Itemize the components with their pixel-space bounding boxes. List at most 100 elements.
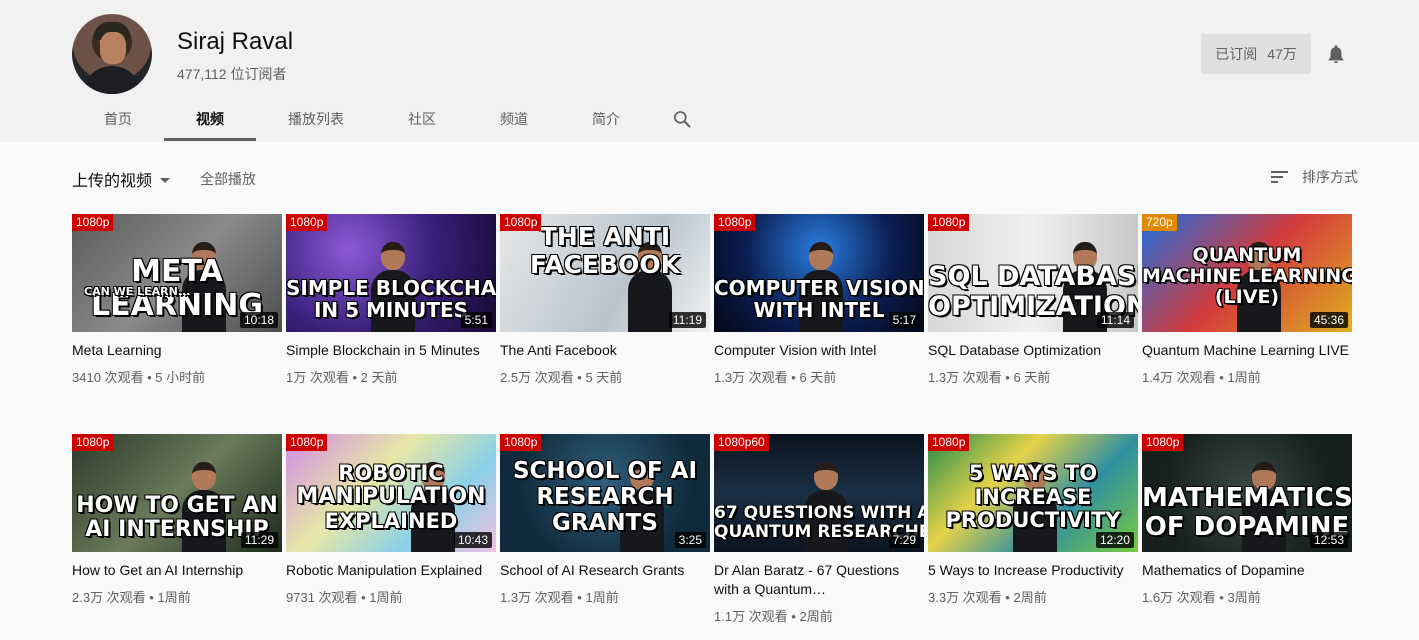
tab-home[interactable]: 首页 bbox=[72, 98, 164, 140]
video-thumbnail[interactable]: 67 QUESTIONS WITH A QUANTUM RESEARCHER 108… bbox=[714, 434, 924, 552]
video-thumbnail[interactable]: 5 WAYS TO INCREASE PRODUCTIVITY 1080p 12:20 bbox=[928, 434, 1138, 552]
thumbnail-title-text: EXPLAINED bbox=[324, 509, 458, 532]
video-thumbnail[interactable]: THE ANTI FACEBOOK 1080p 11:19 bbox=[500, 214, 710, 332]
video-duration: 10:18 bbox=[239, 312, 278, 328]
video-duration: 3:25 bbox=[674, 532, 706, 548]
video-duration: 45:36 bbox=[1309, 312, 1348, 328]
video-meta: 1.3万 次观看 • 6 天前 bbox=[714, 370, 837, 385]
video-title[interactable]: Quantum Machine Learning LIVE bbox=[1142, 341, 1352, 360]
tab-community[interactable]: 社区 bbox=[376, 98, 468, 140]
caret-down-icon bbox=[160, 177, 171, 183]
thumbnail-title-text: QUANTUM bbox=[1192, 245, 1302, 266]
thumbnail-title-text: MATHEMATICS bbox=[1142, 484, 1352, 513]
thumbnail-subtitle-text: CAN WE LEARN... bbox=[84, 286, 191, 298]
video-card[interactable]: MATHEMATICS OF DOPAMINE 1080p 12:53 Mathemat… bbox=[1142, 434, 1352, 607]
tab-channels[interactable]: 频道 bbox=[468, 98, 560, 140]
video-duration: 7:29 bbox=[888, 532, 920, 548]
video-card[interactable]: SQL DATABASE OPTIMIZATION 1080p 11:14 SQL Da… bbox=[928, 214, 1138, 387]
resolution-badge: 1080p bbox=[286, 214, 328, 231]
thumbnail-title-text: SIMPLE BLOCKCHAIN bbox=[286, 278, 496, 299]
video-meta: 1.3万 次观看 • 1周前 bbox=[500, 590, 619, 605]
play-all-button[interactable]: 全部播放 bbox=[200, 169, 256, 189]
video-title[interactable]: Robotic Manipulation Explained bbox=[286, 561, 496, 580]
sort-button[interactable]: 排序方式 bbox=[1270, 167, 1358, 187]
video-card[interactable]: SCHOOL OF AI RESEARCH GRANTS 1080p 3:25 Schoo… bbox=[500, 434, 710, 607]
video-duration: 5:51 bbox=[460, 312, 492, 328]
subscribed-button[interactable]: 已订阅 47万 bbox=[1201, 34, 1311, 74]
channel-header: Siraj Raval 477,112 位订阅者 已订阅 47万 首页 视频 播… bbox=[0, 0, 1419, 142]
sort-icon bbox=[1271, 171, 1288, 183]
video-thumbnail[interactable]: SQL DATABASE OPTIMIZATION 1080p 11:14 bbox=[928, 214, 1138, 332]
video-meta: 3410 次观看 • 5 小时前 bbox=[72, 370, 206, 385]
bell-icon[interactable] bbox=[1325, 43, 1347, 65]
thumbnail-title-text: (LIVE) bbox=[1214, 288, 1280, 309]
video-meta: 3.3万 次观看 • 2周前 bbox=[928, 590, 1047, 605]
video-thumbnail[interactable]: SIMPLE BLOCKCHAININ 5 MINUTES1080p5:51 bbox=[286, 214, 496, 332]
subscribed-label: 已订阅 bbox=[1215, 46, 1258, 62]
video-meta: 2.3万 次观看 • 1周前 bbox=[72, 590, 191, 605]
video-meta: 1.6万 次观看 • 3周前 bbox=[1142, 590, 1261, 605]
thumbnail-title-text: RESEARCH bbox=[536, 484, 674, 509]
video-duration: 12:53 bbox=[1309, 532, 1348, 548]
video-card[interactable]: QUANTUM MACHINE LEARNING (LIVE) 720p 45:36 Qu… bbox=[1142, 214, 1352, 387]
video-title[interactable]: Simple Blockchain in 5 Minutes bbox=[286, 341, 496, 360]
video-card[interactable]: SIMPLE BLOCKCHAININ 5 MINUTES1080p5:51Si… bbox=[286, 214, 496, 387]
video-duration: 5:17 bbox=[888, 312, 920, 328]
video-title[interactable]: The Anti Facebook bbox=[500, 341, 710, 360]
video-title[interactable]: Mathematics of Dopamine bbox=[1142, 561, 1352, 580]
thumbnail-title-text: MANIPULATION bbox=[296, 485, 486, 509]
thumbnail-title-text: FACEBOOK bbox=[530, 252, 680, 279]
thumbnail-title-text: COMPUTER VISION bbox=[714, 278, 924, 299]
video-meta: 1.3万 次观看 • 6 天前 bbox=[928, 370, 1051, 385]
video-title[interactable]: 5 Ways to Increase Productivity bbox=[928, 561, 1138, 580]
tab-playlists[interactable]: 播放列表 bbox=[256, 98, 376, 140]
channel-search-button[interactable] bbox=[652, 98, 712, 140]
video-thumbnail[interactable]: QUANTUM MACHINE LEARNING (LIVE) 720p 45:36 bbox=[1142, 214, 1352, 332]
tab-videos[interactable]: 视频 bbox=[164, 98, 256, 141]
video-title[interactable]: SQL Database Optimization bbox=[928, 341, 1138, 360]
resolution-badge: 1080p bbox=[928, 214, 970, 231]
video-thumbnail[interactable]: ROBOTIC MANIPULATION EXPLAINED 1080p 10:43 bbox=[286, 434, 496, 552]
video-thumbnail[interactable]: META LEARNING CAN WE LEARN... 1080p 10:18 bbox=[72, 214, 282, 332]
thumbnail-title-text: 5 WAYS TO bbox=[968, 462, 1098, 485]
video-card[interactable]: THE ANTI FACEBOOK 1080p 11:19 The Anti Faceb… bbox=[500, 214, 710, 387]
sort-label: 排序方式 bbox=[1302, 169, 1358, 185]
video-card[interactable]: 67 QUESTIONS WITH A QUANTUM RESEARCHER 108… bbox=[714, 434, 924, 626]
video-card[interactable]: ROBOTIC MANIPULATION EXPLAINED 1080p 10:43 Ro… bbox=[286, 434, 496, 607]
video-thumbnail[interactable]: HOW TO GET AN AI INTERNSHIP 1080p 11:29 bbox=[72, 434, 282, 552]
video-duration: 11:19 bbox=[668, 312, 706, 328]
video-title[interactable]: Dr Alan Baratz - 67 Questions with a Qua… bbox=[714, 561, 924, 599]
thumbnail-title-text: INCREASE bbox=[974, 485, 1092, 508]
channel-avatar[interactable] bbox=[72, 14, 152, 94]
resolution-badge: 1080p bbox=[286, 434, 328, 451]
resolution-badge: 1080p60 bbox=[714, 434, 769, 451]
thumbnail-title-text: ROBOTIC bbox=[338, 461, 444, 484]
resolution-badge: 1080p bbox=[714, 214, 756, 231]
video-title[interactable]: School of AI Research Grants bbox=[500, 561, 710, 580]
thumbnail-title-text: SCHOOL OF AI bbox=[512, 459, 698, 484]
video-duration: 11:14 bbox=[1096, 312, 1134, 328]
uploads-dropdown[interactable]: 上传的视频 bbox=[72, 167, 171, 191]
uploads-label: 上传的视频 bbox=[72, 173, 153, 190]
resolution-badge: 1080p bbox=[1142, 434, 1184, 451]
video-meta: 2.5万 次观看 • 5 天前 bbox=[500, 370, 623, 385]
video-thumbnail[interactable]: MATHEMATICS OF DOPAMINE 1080p 12:53 bbox=[1142, 434, 1352, 552]
video-title[interactable]: Computer Vision with Intel bbox=[714, 341, 924, 360]
video-meta: 1万 次观看 • 2 天前 bbox=[286, 370, 398, 385]
video-meta: 1.4万 次观看 • 1周前 bbox=[1142, 370, 1261, 385]
video-card[interactable]: 5 WAYS TO INCREASE PRODUCTIVITY 1080p 12:20 5… bbox=[928, 434, 1138, 607]
subscribed-count: 47万 bbox=[1267, 46, 1297, 62]
video-title[interactable]: How to Get an AI Internship bbox=[72, 561, 282, 580]
video-thumbnail[interactable]: SCHOOL OF AI RESEARCH GRANTS 1080p 3:25 bbox=[500, 434, 710, 552]
thumbnail-title-text: 67 QUESTIONS WITH A bbox=[714, 504, 924, 523]
video-title[interactable]: Meta Learning bbox=[72, 341, 282, 360]
video-thumbnail[interactable]: COMPUTER VISION WITH INTEL 1080p 5:17 bbox=[714, 214, 924, 332]
search-icon bbox=[674, 111, 691, 128]
tab-about[interactable]: 简介 bbox=[560, 98, 652, 140]
video-card[interactable]: HOW TO GET AN AI INTERNSHIP 1080p 11:29 How … bbox=[72, 434, 282, 607]
video-card[interactable]: META LEARNING CAN WE LEARN... 1080p 10:18 Met… bbox=[72, 214, 282, 387]
resolution-badge: 1080p bbox=[928, 434, 970, 451]
video-meta: 9731 次观看 • 1周前 bbox=[286, 590, 403, 605]
resolution-badge: 720p bbox=[1142, 214, 1177, 231]
video-card[interactable]: COMPUTER VISION WITH INTEL 1080p 5:17 Comput… bbox=[714, 214, 924, 387]
